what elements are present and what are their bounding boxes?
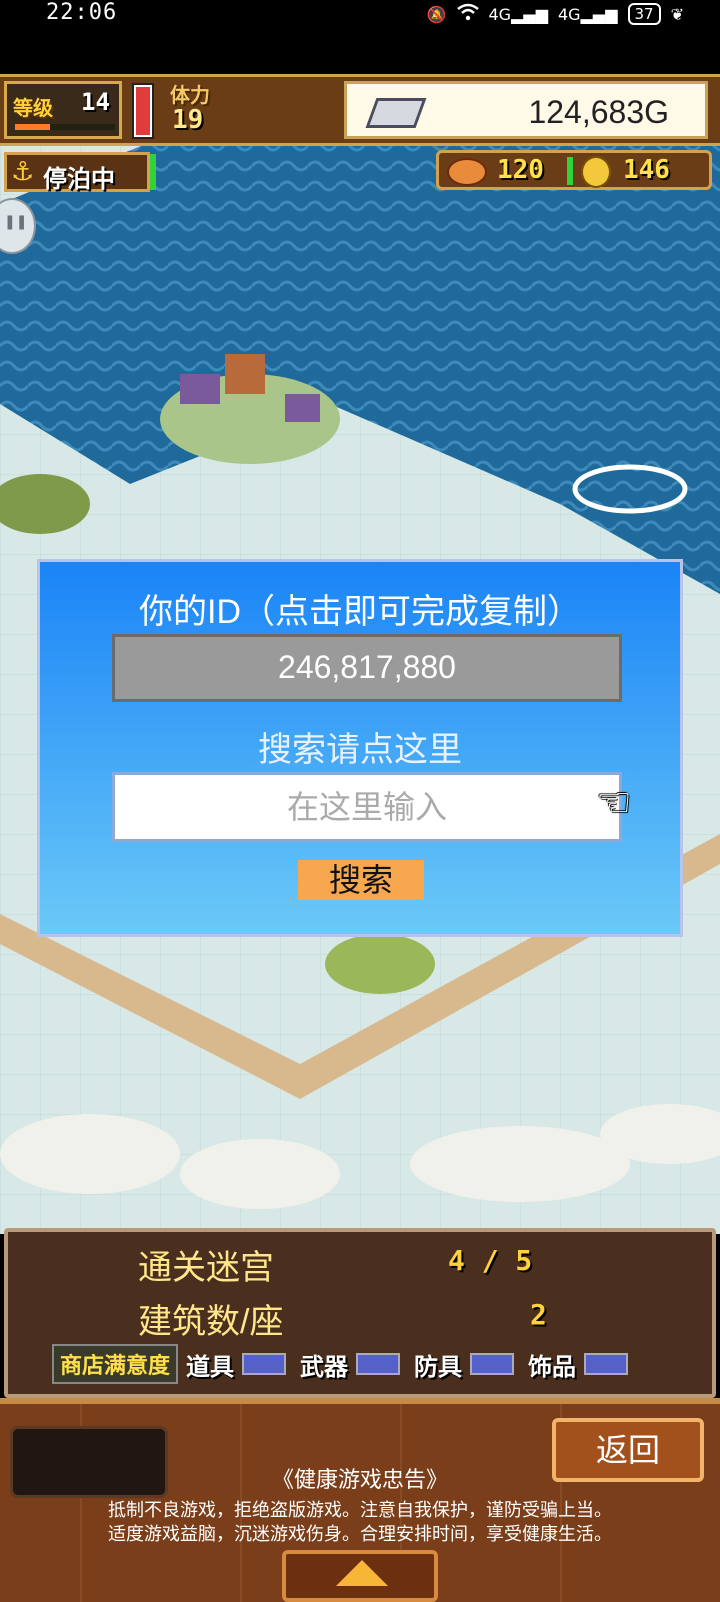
battery-indicator: 37 [627,3,661,25]
coin-icon [581,156,611,188]
wifi-icon [456,3,479,25]
satisfaction-accessories-label: 饰品 [528,1352,577,1381]
search-hint: 搜索请点这里 [258,730,462,770]
gold-display: 124,683G [344,81,708,139]
dungeon-value: 4 / 5 [448,1244,533,1277]
expand-menu-button[interactable] [282,1550,438,1602]
town-building [285,394,320,422]
town-building [180,374,220,404]
signal-icon-2: 4G▂▄▆ [558,4,618,24]
silver-ingot-icon [365,98,427,128]
satisfaction-weapons-bar [356,1353,401,1375]
gold-value: 124,683G [528,94,669,130]
level-box: 等级 14 [4,81,122,139]
buildings-value: 2 [530,1298,547,1331]
resource-bar: 120 146 [436,150,712,190]
status-bar: 22:06 🔕 4G▂▄▆ 4G▂▄▆ 37 ❦ [0,0,720,74]
food-value: 120 [497,155,544,185]
signal-icon: 4G▂▄▆ [488,4,549,24]
coin-value: 146 [623,155,670,185]
town-info-panel: 通关迷宫 4 / 5 建筑数/座 2 商店满意度 道具 武器 防具 饰品 [4,1228,716,1398]
footer-panel: 返回 《健康游戏忠告》 抵制不良游戏，拒绝盗版游戏。注意自我保护，谨防受骗上当。… [0,1398,720,1602]
health-notice-line-2: 适度游戏益脑，沉迷游戏伤身。合理安排时间，享受健康生活。 [108,1524,612,1545]
shop-satisfaction-row: 商店满意度 道具 武器 防具 饰品 [52,1344,634,1384]
stamina-label: 体力 [170,83,210,107]
anchor-icon: ⚓ [11,157,35,187]
player-id-copy-box[interactable]: 246,817,880 [112,634,622,702]
satisfaction-label: 商店满意度 [52,1344,179,1384]
leaf-icon: ❦ [670,4,684,24]
satisfaction-armor-bar [470,1353,515,1375]
status-time: 22:06 [46,0,118,25]
pointing-hand-icon: ☜ [596,780,632,826]
level-label: 等级 [13,96,53,120]
dialog-title: 你的ID（点击即可完成复制） [139,593,581,631]
satisfaction-items-bar [242,1353,287,1375]
up-arrow-icon [336,1560,388,1586]
dock-status[interactable]: ⚓ 停泊中 [4,152,150,193]
stamina-fill [136,87,150,135]
town-building [225,354,265,394]
dock-indicator [150,154,156,190]
meat-icon [447,158,487,186]
search-id-input[interactable] [112,772,622,842]
satisfaction-weapons-label: 武器 [300,1352,349,1381]
satisfaction-items-label: 道具 [186,1352,235,1381]
friend-id-dialog: 你的ID（点击即可完成复制） 246,817,880 搜索请点这里 ☜ 搜索 [37,559,683,937]
level-progress-bar [15,124,115,130]
satisfaction-armor-label: 防具 [414,1352,463,1381]
mute-icon: 🔕 [426,4,447,24]
top-hud: 等级 14 体力 19 124,683G [0,74,720,146]
satisfaction-accessories-bar [584,1353,629,1375]
resource-separator [567,157,573,185]
level-progress-fill [15,124,50,130]
search-button[interactable]: 搜索 [298,860,424,900]
dungeon-label: 通关迷宫 [138,1249,274,1287]
status-icons: 🔕 4G▂▄▆ 4G▂▄▆ 37 ❦ [427,0,684,28]
level-value: 14 [81,88,110,116]
buildings-label: 建筑数/座 [138,1303,284,1341]
health-notice-title: 《健康游戏忠告》 [271,1468,448,1493]
dock-status-label: 停泊中 [43,165,115,193]
health-notice-line-1: 抵制不良游戏，拒绝盗版游戏。注意自我保护，谨防受骗上当。 [108,1500,612,1521]
stamina-value: 19 [172,105,204,135]
stamina-gauge [132,83,154,139]
